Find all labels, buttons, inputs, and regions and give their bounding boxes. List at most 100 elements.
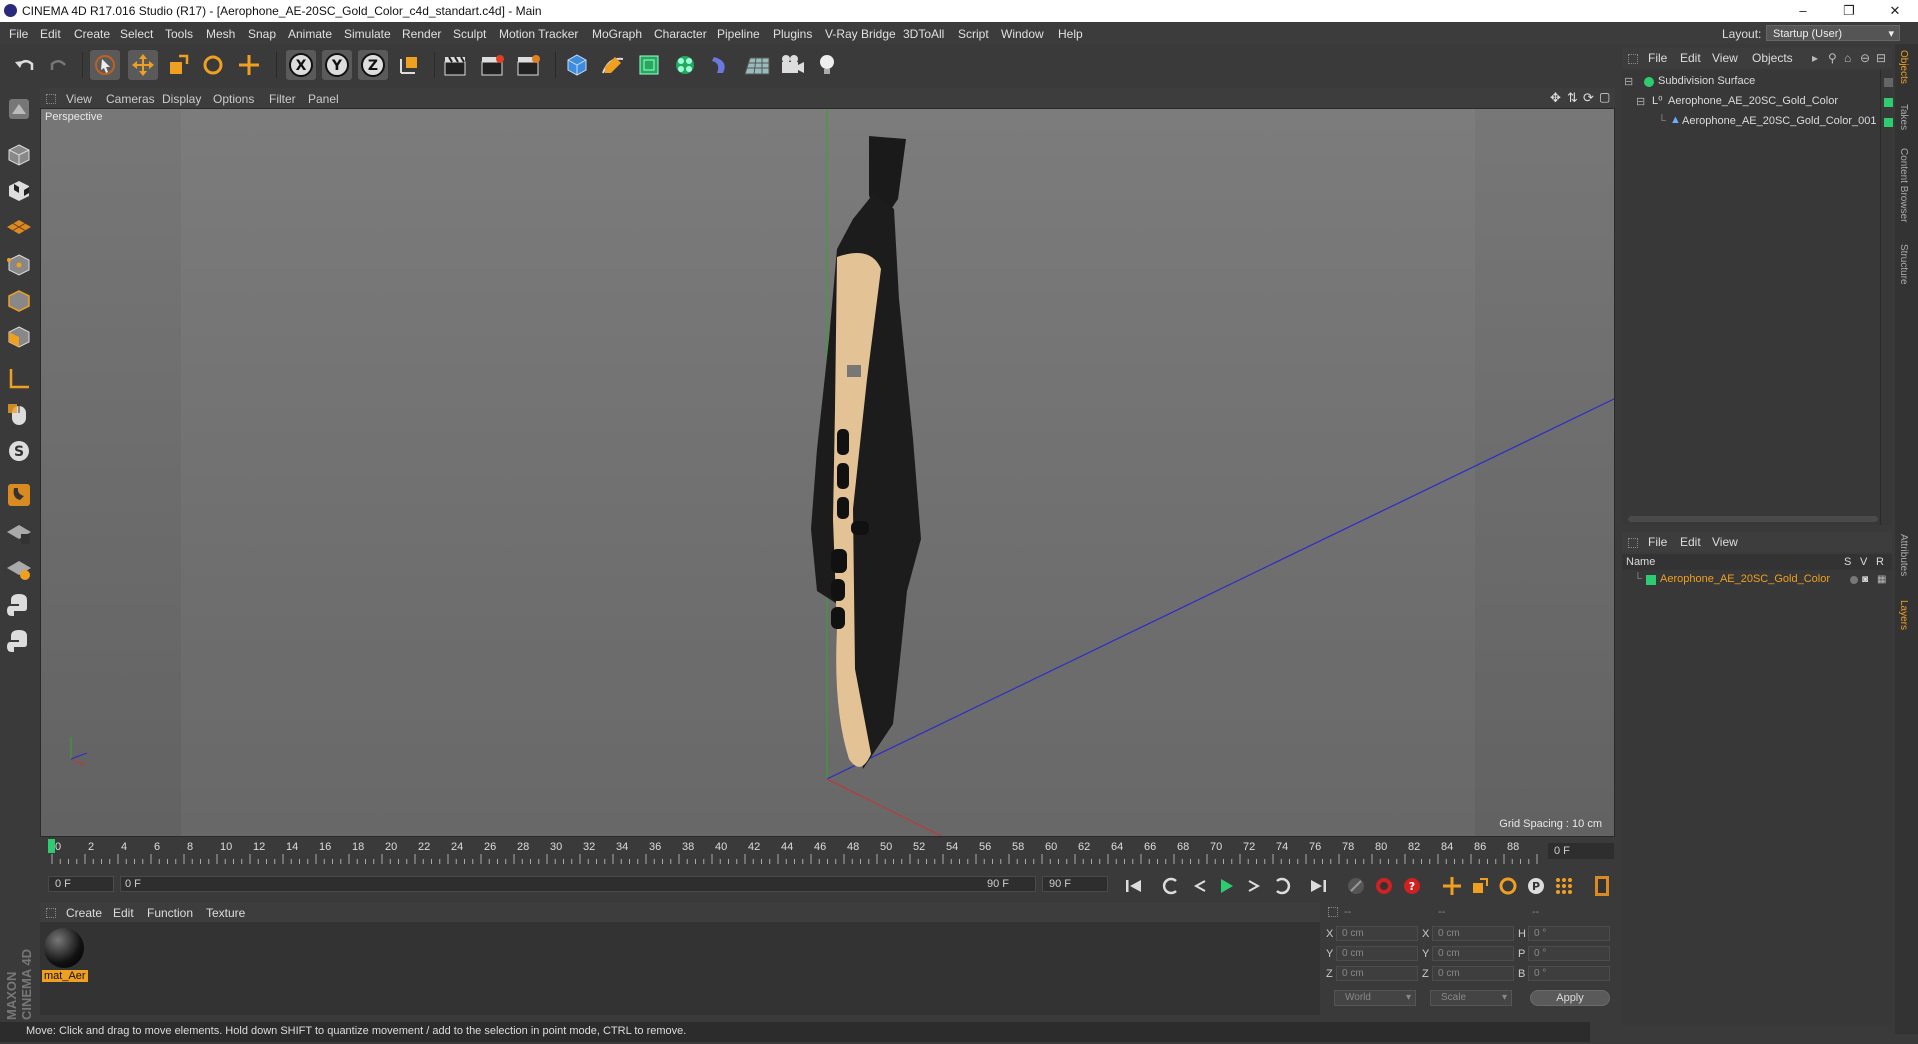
coordinate-system-button[interactable] xyxy=(394,50,424,80)
coords-size-z-field[interactable]: 0 cm xyxy=(1432,966,1514,981)
viewport-menu-cameras[interactable]: Cameras xyxy=(106,92,155,106)
viewport-menu-options[interactable]: Options xyxy=(213,92,254,106)
objects-menu-objects[interactable]: Objects xyxy=(1752,51,1793,65)
prev-frame-button[interactable] xyxy=(1188,874,1212,898)
coordinate-mode-select[interactable]: World ▾ xyxy=(1334,990,1416,1006)
material-menu-create[interactable]: Create xyxy=(66,906,102,920)
menu-window[interactable]: Window xyxy=(1001,27,1044,41)
eye-icon[interactable]: ◙ xyxy=(1862,574,1868,585)
camera-button[interactable] xyxy=(778,50,808,80)
zoom-view-icon[interactable]: ⇅ xyxy=(1567,90,1578,106)
end-frame-field[interactable]: 90 F xyxy=(1042,876,1108,892)
axis-mode-button[interactable] xyxy=(4,364,34,394)
collapse-icon[interactable]: ⊟ xyxy=(1624,75,1633,88)
layers-menu-edit[interactable]: Edit xyxy=(1680,535,1701,549)
play-button[interactable] xyxy=(1214,874,1238,898)
menu-animate[interactable]: Animate xyxy=(288,27,332,41)
workplane-button[interactable] xyxy=(4,212,34,242)
z-axis-button[interactable]: Z xyxy=(358,50,388,80)
scale-tool-button[interactable] xyxy=(163,50,193,80)
viewport-menu-display[interactable]: Display xyxy=(162,92,201,106)
viewport-perspective[interactable]: Perspective Grid Spacing : 10 cm xyxy=(40,108,1615,837)
next-frame-button[interactable] xyxy=(1242,874,1266,898)
cloner-button[interactable] xyxy=(670,50,700,80)
viewport-menu-panel[interactable]: Panel xyxy=(308,92,339,106)
floor-button[interactable] xyxy=(742,50,772,80)
playhead-marker[interactable] xyxy=(48,839,55,853)
tab-layers[interactable]: Layers xyxy=(1898,600,1909,630)
home-icon[interactable]: ⌂ xyxy=(1844,51,1851,65)
enable-snap-button[interactable] xyxy=(4,518,34,548)
key-scale-button[interactable] xyxy=(1468,874,1492,898)
subdivision-surface-button[interactable] xyxy=(634,50,664,80)
size-mode-select[interactable]: Scale ▾ xyxy=(1430,990,1512,1006)
move-tool-button[interactable] xyxy=(128,50,158,80)
objects-menu-edit[interactable]: Edit xyxy=(1680,51,1701,65)
horizontal-scrollbar[interactable] xyxy=(1628,516,1878,522)
collapse-icon[interactable]: ⊟ xyxy=(1636,95,1645,108)
move-view-icon[interactable]: ✥ xyxy=(1550,90,1561,106)
autokey-button[interactable] xyxy=(1372,874,1396,898)
solo-mode-button[interactable]: S xyxy=(4,436,34,466)
coords-rot-p-field[interactable]: 0 ° xyxy=(1528,946,1610,961)
light-button[interactable] xyxy=(812,50,842,80)
layer-view-column[interactable]: V xyxy=(1860,556,1867,568)
menu-mograph[interactable]: MoGraph xyxy=(592,27,642,41)
coords-rot-b-field[interactable]: 0 ° xyxy=(1528,966,1610,981)
objects-menu-file[interactable]: File xyxy=(1648,51,1667,65)
menu-help[interactable]: Help xyxy=(1058,27,1083,41)
coords-size-x-field[interactable]: 0 cm xyxy=(1432,926,1514,941)
snapping-button[interactable] xyxy=(4,480,34,510)
coords-pos-z-field[interactable]: 0 cm xyxy=(1336,966,1418,981)
menu-motion-tracker[interactable]: Motion Tracker xyxy=(499,27,578,41)
layer-color-tag[interactable] xyxy=(1884,118,1893,127)
edges-mode-button[interactable] xyxy=(4,286,34,316)
menu-sculpt[interactable]: Sculpt xyxy=(453,27,486,41)
key-pla-button[interactable] xyxy=(1552,874,1576,898)
current-frame-field[interactable]: 0 F xyxy=(1548,843,1614,859)
x-axis-button[interactable]: X xyxy=(286,50,316,80)
menu-plugins[interactable]: Plugins xyxy=(773,27,812,41)
record-keys-button[interactable] xyxy=(1344,874,1368,898)
layer-row[interactable]: └ Aerophone_AE_20SC_Gold_Color ◙ ▦ xyxy=(1622,572,1892,588)
material-menu-edit[interactable]: Edit xyxy=(113,906,134,920)
layer-solo-column[interactable]: S xyxy=(1844,556,1851,568)
python-button[interactable] xyxy=(4,590,34,620)
menu-vray-bridge[interactable]: V-Ray Bridge xyxy=(825,27,896,41)
coords-pos-x-field[interactable]: 0 cm xyxy=(1336,926,1418,941)
key-rotation-button[interactable] xyxy=(1496,874,1520,898)
tree-row-subdivision[interactable]: ⊟ Subdivision Surface xyxy=(1622,74,1872,90)
menu-pipeline[interactable]: Pipeline xyxy=(717,27,760,41)
close-button[interactable]: ✕ xyxy=(1872,0,1918,22)
prev-key-button[interactable] xyxy=(1159,874,1183,898)
search-icon[interactable]: ⚲ xyxy=(1828,51,1837,65)
points-mode-button[interactable] xyxy=(4,250,34,280)
live-selection-button[interactable] xyxy=(90,50,120,80)
layer-solo-toggle[interactable] xyxy=(1850,576,1858,584)
render-toggle-icon[interactable]: ▦ xyxy=(1877,574,1886,585)
material-menu-texture[interactable]: Texture xyxy=(206,906,245,920)
transform-tool-button[interactable] xyxy=(234,50,264,80)
menu-simulate[interactable]: Simulate xyxy=(344,27,391,41)
minimize-button[interactable]: – xyxy=(1780,0,1826,22)
menu-select[interactable]: Select xyxy=(120,27,153,41)
layers-menu-file[interactable]: File xyxy=(1648,535,1667,549)
maximize-view-icon[interactable]: ▢ xyxy=(1599,90,1610,104)
menu-character[interactable]: Character xyxy=(654,27,707,41)
tab-structure[interactable]: Structure xyxy=(1898,244,1909,285)
tab-attributes[interactable]: Attributes xyxy=(1898,534,1909,576)
tweak-mode-button[interactable] xyxy=(4,400,34,430)
polygons-mode-button[interactable] xyxy=(4,322,34,352)
timeline-window-button[interactable] xyxy=(1590,874,1614,898)
new-view-icon[interactable]: ⊟ xyxy=(1876,51,1886,65)
menu-arrow-icon[interactable]: ▸ xyxy=(1812,51,1818,65)
next-key-button[interactable] xyxy=(1270,874,1294,898)
tab-takes[interactable]: Takes xyxy=(1898,104,1909,130)
tree-row-aerophone[interactable]: ⊟ L⁰ Aerophone_AE_20SC_Gold_Color xyxy=(1622,94,1872,110)
menu-3dtoall[interactable]: 3DToAll xyxy=(903,27,944,41)
layer-color-swatch[interactable] xyxy=(1646,575,1656,585)
goto-end-button[interactable] xyxy=(1306,874,1330,898)
menu-create[interactable]: Create xyxy=(74,27,110,41)
coords-rot-h-field[interactable]: 0 ° xyxy=(1528,926,1610,941)
make-editable-button[interactable] xyxy=(4,94,34,124)
